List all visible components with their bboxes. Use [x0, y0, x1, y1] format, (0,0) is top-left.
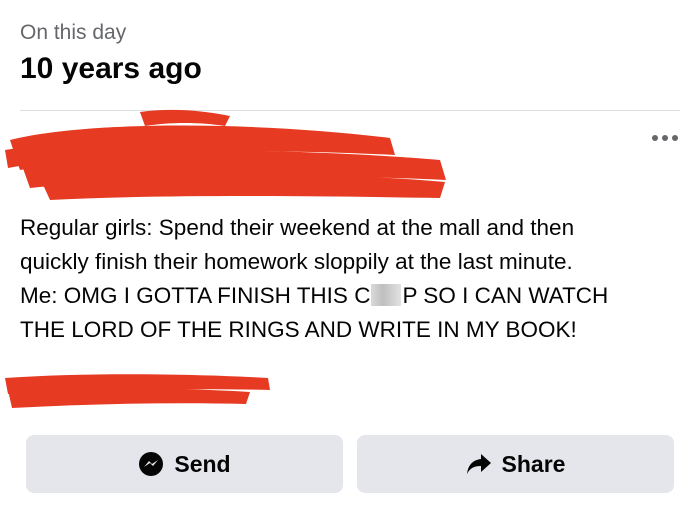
post-line-part: Me: OMG I GOTTA FINISH THIS C — [20, 283, 371, 308]
messenger-icon — [139, 452, 164, 476]
share-label: Share — [501, 450, 566, 477]
post-line: quickly finish their homework sloppily a… — [20, 249, 573, 274]
page-title: 10 years ago — [20, 52, 202, 85]
share-button[interactable]: Share — [357, 435, 674, 493]
post-line-part: P SO I CAN WATCH — [402, 283, 609, 308]
send-button[interactable]: Send — [26, 435, 343, 493]
censor-blur — [371, 284, 402, 306]
send-label: Send — [174, 450, 231, 477]
dot — [662, 135, 668, 141]
dot — [652, 135, 658, 141]
subtitle: On this day — [20, 21, 127, 44]
post-line: THE LORD OF THE RINGS AND WRITE IN MY BO… — [20, 317, 577, 342]
post-line: Me: OMG I GOTTA FINISH THIS C P SO I CAN … — [20, 279, 680, 313]
more-options-icon[interactable] — [652, 135, 678, 141]
redacted-author — [5, 109, 446, 200]
redacted-footer — [5, 374, 270, 408]
dot — [672, 135, 678, 141]
post-text: Regular girls: Spend their weekend at th… — [20, 211, 680, 347]
share-arrow-icon — [466, 454, 491, 474]
post-line: Regular girls: Spend their weekend at th… — [20, 215, 575, 240]
